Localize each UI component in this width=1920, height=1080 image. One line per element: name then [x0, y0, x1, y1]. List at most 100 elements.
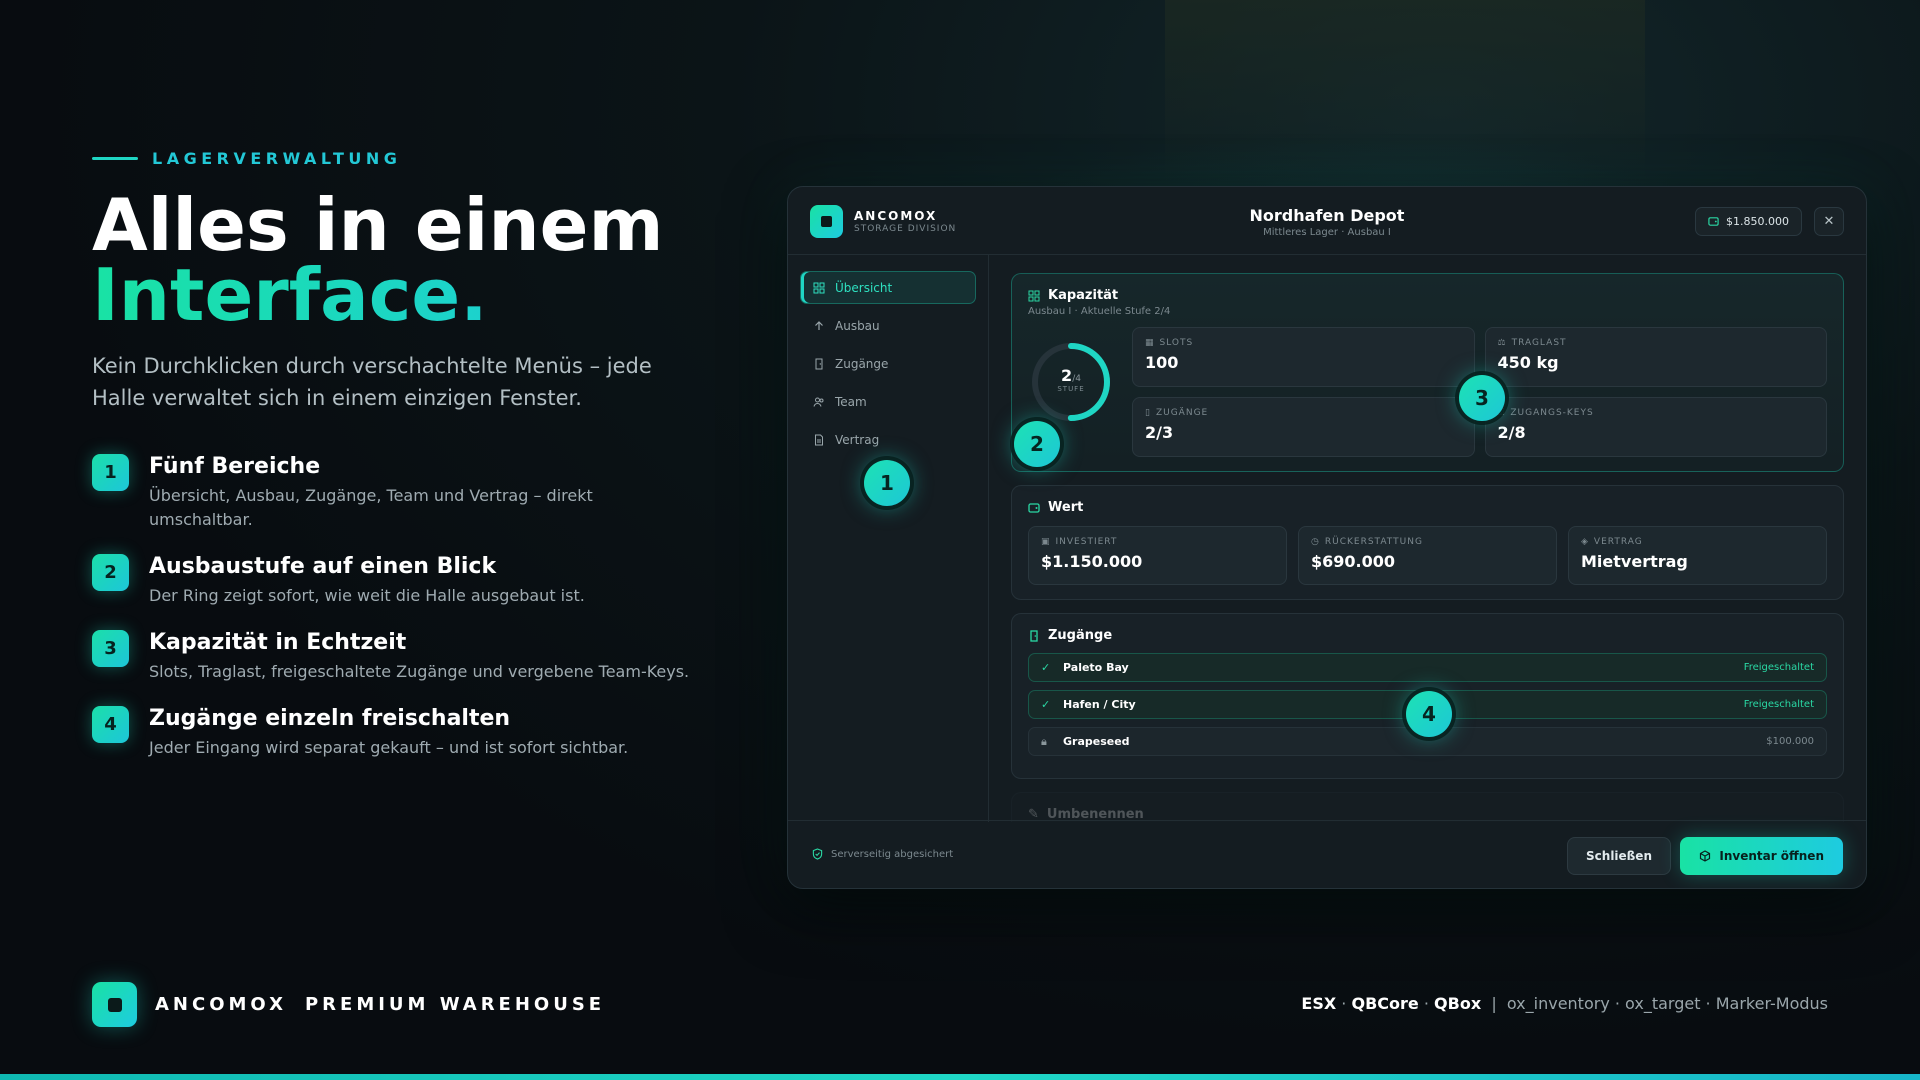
close-window-button[interactable]: Schließen: [1567, 837, 1671, 875]
hero-line-1: Alles in einem: [92, 183, 664, 267]
capacity-header: Kapazität: [1028, 288, 1827, 303]
open-inventory-button[interactable]: Inventar öffnen: [1680, 837, 1843, 875]
nav-label: Ausbau: [835, 318, 880, 333]
stat-weight: ⚖ TRAGLAST 450 kg: [1484, 327, 1827, 387]
access-name: Grapeseed: [1063, 735, 1130, 748]
stat-value: 2/8: [1497, 423, 1526, 442]
framework-qbcore: QBCore: [1351, 994, 1419, 1013]
lock-icon: 🔒︎: [1041, 734, 1047, 748]
access-name: Paleto Bay: [1063, 661, 1129, 674]
window-header: ANCOMOX STORAGE DIVISION Nordhafen Depot…: [788, 187, 1866, 255]
lead-text: Kein Durchklicken durch verschachtelte M…: [92, 354, 652, 410]
stat-invested: ▣ INVESTIERT $1.150.000: [1028, 526, 1287, 585]
feature-number: 4: [92, 706, 129, 743]
access-title: Zugänge: [1048, 628, 1113, 643]
annotation-marker-1: 1: [864, 460, 910, 506]
feature-number: 2: [92, 554, 129, 591]
nav-contract[interactable]: Vertrag: [800, 423, 976, 456]
stat-value: 450 kg: [1497, 353, 1559, 372]
grid-icon: ▦: [1145, 338, 1155, 348]
value-title: Wert: [1048, 500, 1084, 515]
annotation-marker-3: 3: [1459, 375, 1505, 421]
ring-label: STUFE: [1057, 385, 1085, 393]
feature-item: 2 Ausbaustufe auf einen Blick Der Ring z…: [92, 554, 692, 608]
wallet-icon: ▣: [1041, 537, 1051, 547]
framework-qbox: QBox: [1434, 994, 1482, 1013]
stat-keys: ⚿ ZUGANGS-KEYS 2/8: [1484, 397, 1827, 457]
bottom-accent-bar: [0, 1074, 1920, 1080]
feature-text: Jeder Eingang wird separat gekauft – und…: [149, 738, 629, 757]
arrow-up-icon: [815, 320, 823, 330]
balance-badge: $1.850.000: [1695, 207, 1802, 236]
footer-brand-text: ANCOMOX PREMIUM WAREHOUSE: [155, 994, 605, 1015]
close-button[interactable]: ✕: [1814, 207, 1844, 236]
feature-title: Kapazität in Echtzeit: [149, 630, 407, 655]
nav-access[interactable]: Zugänge: [800, 347, 976, 380]
door-icon: ▯: [1145, 408, 1151, 418]
check-icon: ✓: [1041, 661, 1051, 674]
footer-separator: |: [1491, 994, 1497, 1013]
nav-upgrade[interactable]: Ausbau: [800, 309, 976, 342]
hero-line-2: Interface.: [92, 259, 663, 331]
users-icon: [813, 397, 824, 407]
brand-logo-icon: [92, 982, 137, 1027]
window-footer: Serverseitig abgesichert Schließen Inven…: [788, 820, 1866, 888]
value-card: Wert ▣ INVESTIERT $1.150.000 ◷ RÜCKERSTATT…: [1011, 485, 1844, 600]
stat-value: 100: [1145, 353, 1179, 372]
annotation-marker-2: 2: [1014, 421, 1060, 467]
stat-value: $690.000: [1311, 552, 1396, 571]
eyebrow-line: [92, 157, 138, 160]
storage-window: ANCOMOX STORAGE DIVISION Nordhafen Depot…: [787, 186, 1867, 889]
shield-icon: ◈: [1581, 537, 1589, 547]
feature-item: 4 Zugänge einzeln freischalten Jeder Ein…: [92, 706, 692, 760]
nav-overview[interactable]: Übersicht: [800, 271, 976, 304]
stat-value: $1.150.000: [1041, 552, 1143, 571]
stat-label: SLOTS: [1159, 338, 1194, 348]
stat-label: ZUGÄNGE: [1155, 408, 1209, 418]
feature-item: 3 Kapazität in Echtzeit Slots, Traglast,…: [92, 630, 692, 684]
capacity-subtitle: Ausbau I · Aktuelle Stufe 2/4: [1028, 306, 1171, 317]
balance-value: $1.850.000: [1726, 215, 1789, 228]
nav-label: Vertrag: [835, 432, 880, 447]
stat-label: ZUGANGS-KEYS: [1510, 408, 1594, 418]
wallet-icon: [1028, 502, 1040, 513]
stat-label: INVESTIERT: [1055, 537, 1118, 547]
document-icon: [815, 434, 823, 445]
shield-icon: [812, 848, 823, 860]
feature-title: Zugänge einzeln freischalten: [149, 706, 511, 731]
feature-title: Ausbaustufe auf einen Blick: [149, 554, 497, 579]
capacity-body: 2/4 STUFE ▦ SLOTS 100 ⚖ TRAGLAST 450 kg ▯ Z…: [1028, 327, 1827, 457]
box-icon: [1700, 850, 1711, 862]
stat-contract: ◈ VERTRAG Mietvertrag: [1568, 526, 1827, 585]
stat-access: ▯ ZUGÄNGE 2/3: [1132, 397, 1475, 457]
nav-label: Übersicht: [835, 280, 893, 295]
weight-icon: ⚖: [1497, 338, 1507, 348]
value-stats: ▣ INVESTIERT $1.150.000 ◷ RÜCKERSTATTUNG $…: [1028, 526, 1827, 585]
stat-label: VERTRAG: [1593, 537, 1643, 547]
access-status: Freigeschaltet: [1743, 699, 1814, 710]
sidebar: Übersicht Ausbau Zugänge Team Vertrag: [788, 255, 989, 822]
footer-tech: ox_inventory · ox_target · Marker-Modus: [1506, 994, 1828, 1013]
stat-value: 2/3: [1145, 423, 1174, 442]
access-status: Freigeschaltet: [1743, 662, 1814, 673]
capacity-title: Kapazität: [1048, 288, 1119, 303]
ring-value: 2: [1061, 366, 1073, 385]
nav-team[interactable]: Team: [800, 385, 976, 418]
feature-text: Übersicht, Ausbau, Zugänge, Team und Ver…: [149, 486, 593, 529]
feature-list: 1 Fünf Bereiche Übersicht, Ausbau, Zugän…: [92, 454, 692, 782]
rename-card: ✎ Umbenennen: [1011, 792, 1844, 822]
stat-label: TRAGLAST: [1511, 338, 1567, 348]
door-icon: [815, 358, 823, 369]
ring-text: 2/4 STUFE: [1028, 366, 1114, 393]
eyebrow-text: LAGERVERWALTUNG: [152, 149, 402, 168]
access-name: Hafen / City: [1063, 698, 1136, 711]
door-icon: [1030, 629, 1038, 642]
framework-esx: ESX: [1301, 994, 1337, 1013]
footer-brand: ANCOMOX PREMIUM WAREHOUSE: [92, 982, 605, 1027]
grid-icon: [813, 282, 825, 293]
secure-text: Serverseitig abgesichert: [831, 848, 954, 860]
feature-number: 1: [92, 454, 129, 491]
hero-title: Alles in einem Interface.: [92, 183, 664, 331]
access-row-paleto[interactable]: ✓ Paleto Bay Freigeschaltet: [1028, 653, 1827, 682]
stat-refund: ◷ RÜCKERSTATTUNG $690.000: [1298, 526, 1557, 585]
